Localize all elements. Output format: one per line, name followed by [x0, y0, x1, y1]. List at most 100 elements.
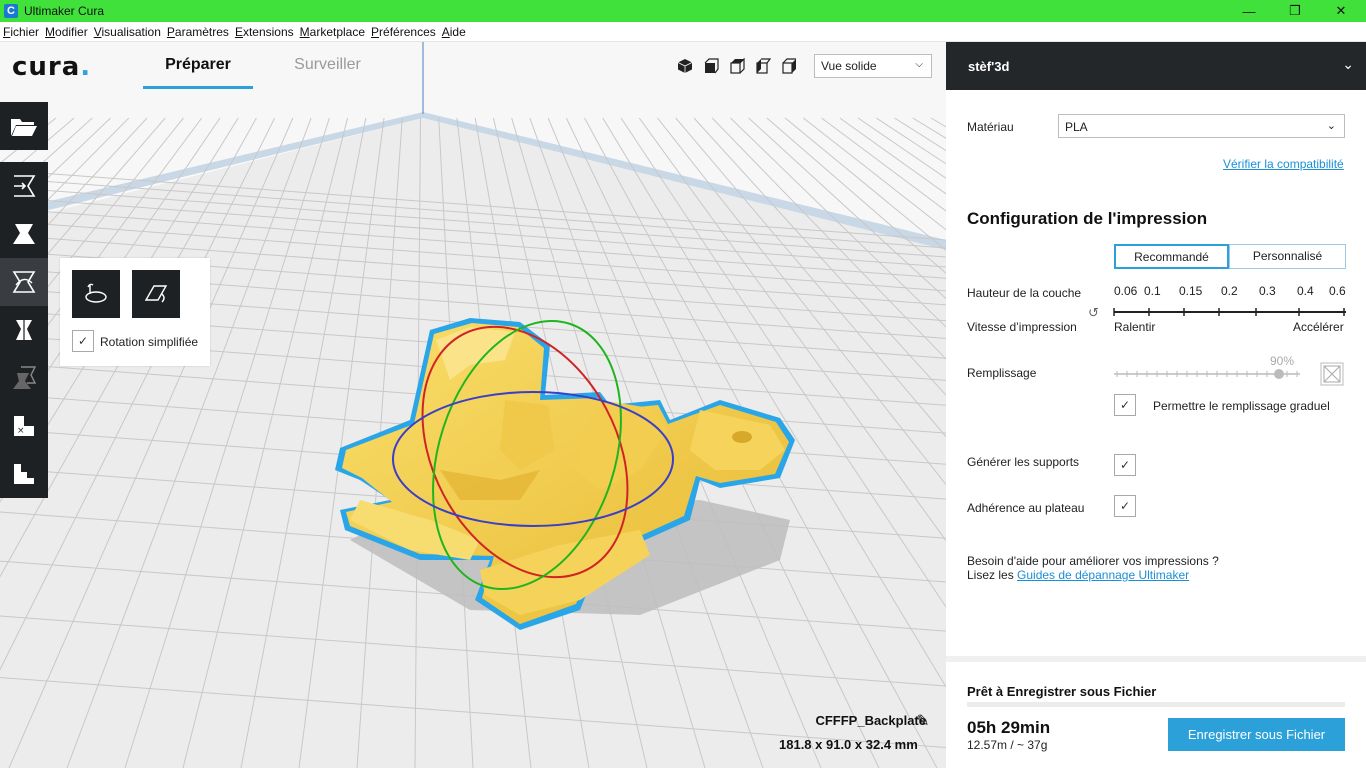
move-tool-button[interactable] [0, 162, 48, 210]
recommended-mode-button[interactable]: Recommandé [1114, 244, 1229, 269]
simplified-rotation-label: Rotation simplifiée [100, 335, 199, 349]
chevron-down-icon: ⌄ [1342, 56, 1354, 72]
tab-prepare[interactable]: Préparer [143, 56, 253, 89]
pencil-icon[interactable]: ✎ [916, 711, 929, 731]
adhesion-checkbox[interactable]: ✓ [1114, 495, 1136, 517]
help-line: Lisez les Guides de dépannage Ultimaker [967, 568, 1189, 582]
lay-flat-button[interactable] [132, 270, 180, 318]
menu-file[interactable]: Fichier [0, 25, 42, 39]
left-view-icon[interactable] [755, 58, 771, 74]
troubleshooting-link[interactable]: Guides de dépannage Ultimaker [1017, 568, 1189, 582]
layer-value: 0.06 [1114, 284, 1138, 298]
build-plate-scene[interactable] [0, 42, 946, 768]
machine-name: stèf'3d [968, 59, 1010, 74]
menu-help[interactable]: Aide [439, 25, 469, 39]
menu-extensions[interactable]: Extensions [232, 25, 297, 39]
layer-value: 0.15 [1179, 284, 1203, 298]
ready-title: Prêt à Enregistrer sous Fichier [967, 684, 1157, 699]
layer-value: 0.6 [1329, 284, 1346, 298]
layer-value: 0.1 [1144, 284, 1161, 298]
layer-height-label: Hauteur de la couche [967, 286, 1082, 300]
help-prefix: Lisez les [967, 568, 1018, 582]
scale-tool-button[interactable] [0, 210, 48, 258]
custom-mode-button[interactable]: Personnalisé [1229, 244, 1346, 269]
lay-flat-icon [144, 285, 168, 303]
checkmark-icon: ✓ [77, 334, 89, 348]
tab-monitor[interactable]: Surveiller [270, 56, 385, 89]
layer-value: 0.4 [1297, 284, 1314, 298]
mirror-tool-button[interactable] [0, 306, 48, 354]
move-tool-icon [14, 175, 36, 197]
cura-app-icon: C [4, 4, 18, 18]
svg-text:×: × [17, 426, 25, 436]
infill-slider[interactable] [1114, 366, 1304, 382]
checkmark-icon: ✓ [1119, 499, 1131, 513]
per-model-settings-button[interactable] [0, 354, 48, 402]
machine-selector[interactable]: stèf'3d ⌄ [946, 42, 1366, 90]
print-material-amount: 12.57m / ~ 37g [967, 738, 1048, 752]
adhesion-label: Adhérence au plateau [967, 501, 1085, 515]
save-to-file-button[interactable]: Enregistrer sous Fichier [1168, 718, 1345, 751]
chevron-down-icon: ⌵ [915, 59, 923, 70]
help-text: Besoin d'aide pour améliorer vos impress… [967, 554, 1219, 568]
infill-label: Remplissage [967, 366, 1037, 380]
reset-icon[interactable]: ↺ [1088, 306, 1099, 320]
reset-rotation-icon [85, 283, 107, 303]
output-card [946, 662, 1366, 768]
top-view-icon[interactable] [729, 58, 745, 74]
chevron-down-icon: ⌄ [1326, 120, 1336, 132]
print-speed-label: Vitesse d’impression [967, 320, 1077, 334]
menu-preferences[interactable]: Préférences [368, 25, 439, 39]
layer-value: 0.2 [1221, 284, 1238, 298]
open-file-icon [11, 119, 37, 136]
open-file-button[interactable] [0, 102, 48, 150]
menu-bar: Fichier Modifier Visualisation Paramètre… [0, 22, 1366, 42]
layer-height-slider[interactable]: ↺ [1088, 304, 1348, 320]
close-icon[interactable]: ✕ [1318, 0, 1364, 22]
gradual-infill-checkbox[interactable]: ✓ [1114, 394, 1136, 416]
layer-view-icon [14, 464, 34, 484]
speed-fast-label: Accélérer [1293, 320, 1344, 334]
rotate-tool-button[interactable] [0, 258, 48, 306]
progress-bar [967, 702, 1345, 707]
print-setup-title: Configuration de l'impression [967, 209, 1208, 228]
checkmark-icon: ✓ [1119, 398, 1131, 412]
reset-rotation-button[interactable] [72, 270, 120, 318]
menu-marketplace[interactable]: Marketplace [297, 25, 368, 39]
supports-checkbox[interactable]: ✓ [1114, 454, 1136, 476]
3d-viewport[interactable] [0, 42, 946, 768]
material-value: PLA [1065, 120, 1088, 134]
cura-logo: cura. [12, 52, 91, 82]
front-view-icon[interactable] [703, 58, 719, 74]
checkmark-icon: ✓ [1119, 458, 1131, 472]
window-title: Ultimaker Cura [24, 4, 105, 18]
rotation-options-panel: ✓ Rotation simplifiée [60, 258, 210, 366]
menu-settings[interactable]: Paramètres [164, 25, 232, 39]
right-view-icon[interactable] [781, 58, 797, 74]
simplified-rotation-checkbox[interactable]: ✓ [72, 330, 94, 352]
support-blocker-icon: × [14, 416, 34, 436]
mirror-tool-icon [16, 318, 32, 342]
rotate-tool-icon [12, 271, 36, 293]
menu-view[interactable]: Visualisation [91, 25, 164, 39]
minimize-icon[interactable]: — [1226, 0, 1272, 22]
3d-view-icon[interactable] [677, 58, 693, 74]
object-dimensions: 181.8 x 91.0 x 32.4 mm [779, 737, 918, 752]
maximize-icon[interactable]: ❐ [1272, 0, 1318, 22]
print-time: 05h 29min [967, 718, 1051, 737]
logo-dot: . [80, 52, 92, 82]
logo-text: cura [12, 52, 81, 82]
material-select[interactable]: PLA ⌄ [1058, 114, 1345, 138]
support-blocker-button[interactable]: × [0, 402, 48, 450]
infill-slider-handle [1274, 369, 1284, 379]
view-mode-select[interactable]: Vue solide ⌵ [814, 54, 932, 78]
layer-tool-button[interactable] [0, 450, 48, 498]
compatibility-link[interactable]: Vérifier la compatibilité [1223, 157, 1344, 171]
layer-value: 0.3 [1259, 284, 1276, 298]
menu-edit[interactable]: Modifier [42, 25, 91, 39]
print-settings-panel: stèf'3d ⌄ Matériau PLA ⌄ Vérifier la com… [946, 42, 1366, 768]
infill-pattern-icon [1320, 362, 1344, 386]
supports-label: Générer les supports [967, 455, 1080, 469]
title-bar: C Ultimaker Cura — ❐ ✕ [0, 0, 1366, 22]
speed-slow-label: Ralentir [1114, 320, 1156, 334]
